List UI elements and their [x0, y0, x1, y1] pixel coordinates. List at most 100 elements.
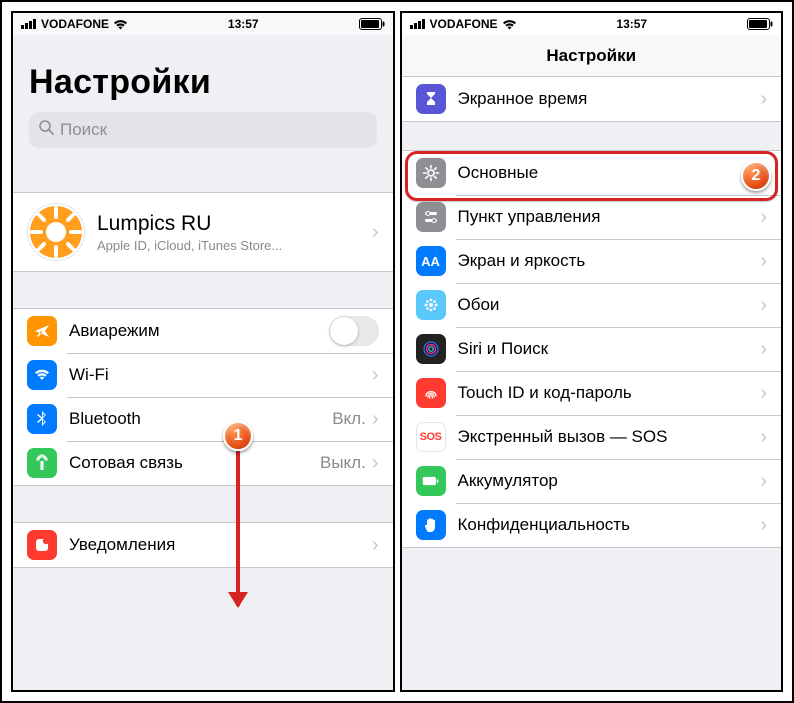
connectivity-group: Авиарежим Wi-Fi › Bluetooth Вкл. › [13, 308, 393, 486]
apple-id-cell[interactable]: Lumpics RU Apple ID, iCloud, iTunes Stor… [13, 193, 393, 271]
status-bar-right [747, 18, 773, 30]
chevron-right-icon: › [760, 471, 767, 491]
bluetooth-value: Вкл. [332, 409, 366, 429]
nav-bar: Настройки [402, 35, 782, 77]
annotation-badge-1: 1 [223, 421, 253, 451]
battery-cell[interactable]: Аккумулятор › [402, 459, 782, 503]
chevron-right-icon: › [372, 409, 379, 429]
profile-sub: Apple ID, iCloud, iTunes Store... [97, 238, 372, 253]
main-settings-group: Основные › Пункт управления › AA Экран и… [402, 150, 782, 548]
hand-icon [416, 510, 446, 540]
wifi-settings-icon [27, 360, 57, 390]
airplane-icon [27, 316, 57, 346]
wallpaper-label: Обои [458, 295, 761, 315]
chevron-right-icon: › [760, 427, 767, 447]
notifications-cell[interactable]: Уведомления › [13, 523, 393, 567]
clock: 13:57 [616, 17, 647, 31]
sos-cell[interactable]: SOS Экстренный вызов — SOS › [402, 415, 782, 459]
chevron-right-icon: › [372, 453, 379, 473]
status-bar: VODAFONE 13:57 [402, 13, 782, 35]
scroll-arrow-icon [236, 451, 240, 606]
text-size-icon: AA [416, 246, 446, 276]
sliders-icon [416, 202, 446, 232]
cellular-signal-icon [21, 19, 37, 29]
hourglass-icon [416, 84, 446, 114]
wifi-icon [502, 19, 517, 30]
control-center-label: Пункт управления [458, 207, 761, 227]
profile-group: Lumpics RU Apple ID, iCloud, iTunes Stor… [13, 192, 393, 272]
sos-icon: SOS [416, 422, 446, 452]
chevron-right-icon: › [760, 515, 767, 535]
airplane-mode-cell[interactable]: Авиарежим [13, 309, 393, 353]
general-label: Основные [458, 163, 761, 183]
notifications-label: Уведомления [69, 535, 372, 555]
screentime-group: Экранное время › [402, 77, 782, 122]
battery-icon [359, 18, 385, 30]
touchid-cell[interactable]: Touch ID и код-пароль › [402, 371, 782, 415]
airplane-toggle[interactable] [329, 316, 379, 346]
siri-cell[interactable]: Siri и Поиск › [402, 327, 782, 371]
cellular-icon [27, 448, 57, 478]
cellular-cell[interactable]: Сотовая связь Выкл. › [13, 441, 393, 485]
carrier-label: VODAFONE [430, 17, 498, 31]
control-center-cell[interactable]: Пункт управления › [402, 195, 782, 239]
chevron-right-icon: › [760, 251, 767, 271]
title-block: Настройки Поиск [13, 35, 393, 156]
privacy-label: Конфиденциальность [458, 515, 761, 535]
bluetooth-cell[interactable]: Bluetooth Вкл. › [13, 397, 393, 441]
chevron-right-icon: › [372, 365, 379, 385]
chevron-right-icon: › [372, 535, 379, 555]
group-spacer [13, 272, 393, 308]
cellular-value: Выкл. [320, 453, 366, 473]
status-bar-left: VODAFONE [410, 17, 517, 31]
profile-name: Lumpics RU [97, 212, 372, 236]
phone-left: VODAFONE 13:57 Настройки Поиск [11, 11, 395, 692]
privacy-cell[interactable]: Конфиденциальность › [402, 503, 782, 547]
gear-icon [416, 158, 446, 188]
carrier-label: VODAFONE [41, 17, 109, 31]
siri-label: Siri и Поиск [458, 339, 761, 359]
chevron-right-icon: › [760, 383, 767, 403]
nav-title: Настройки [546, 46, 636, 66]
chevron-right-icon: › [760, 339, 767, 359]
siri-icon [416, 334, 446, 364]
battery-label: Аккумулятор [458, 471, 761, 491]
wallpaper-cell[interactable]: Обои › [402, 283, 782, 327]
fingerprint-icon [416, 378, 446, 408]
display-cell[interactable]: AA Экран и яркость › [402, 239, 782, 283]
wifi-cell[interactable]: Wi-Fi › [13, 353, 393, 397]
cellular-signal-icon [410, 19, 426, 29]
page-title: Настройки [29, 63, 377, 102]
status-bar: VODAFONE 13:57 [13, 13, 393, 35]
profile-labels: Lumpics RU Apple ID, iCloud, iTunes Stor… [97, 212, 372, 253]
avatar [27, 203, 85, 261]
display-label: Экран и яркость [458, 251, 761, 271]
phone-right: VODAFONE 13:57 Настройки Экранное время [400, 11, 784, 692]
sos-label: Экстренный вызов — SOS [458, 427, 761, 447]
bluetooth-label: Bluetooth [69, 409, 332, 429]
annotation-badge-2: 2 [741, 161, 771, 191]
group-spacer [13, 486, 393, 522]
general-cell[interactable]: Основные › [402, 151, 782, 195]
battery-settings-icon [416, 466, 446, 496]
wallpaper-icon [416, 290, 446, 320]
search-input[interactable]: Поиск [29, 112, 377, 148]
touchid-label: Touch ID и код-пароль [458, 383, 761, 403]
clock: 13:57 [228, 17, 259, 31]
bluetooth-icon [27, 404, 57, 434]
screentime-label: Экранное время [458, 89, 761, 109]
search-icon [39, 120, 54, 140]
group-spacer [402, 122, 782, 150]
battery-icon [747, 18, 773, 30]
chevron-right-icon: › [372, 222, 379, 242]
wifi-icon [113, 19, 128, 30]
chevron-right-icon: › [760, 207, 767, 227]
wifi-label: Wi-Fi [69, 365, 366, 385]
screentime-cell[interactable]: Экранное время › [402, 77, 782, 121]
search-placeholder: Поиск [60, 120, 107, 140]
airplane-label: Авиарежим [69, 321, 329, 341]
chevron-right-icon: › [760, 295, 767, 315]
notifications-group: Уведомления › [13, 522, 393, 568]
notifications-icon [27, 530, 57, 560]
status-bar-right [359, 18, 385, 30]
